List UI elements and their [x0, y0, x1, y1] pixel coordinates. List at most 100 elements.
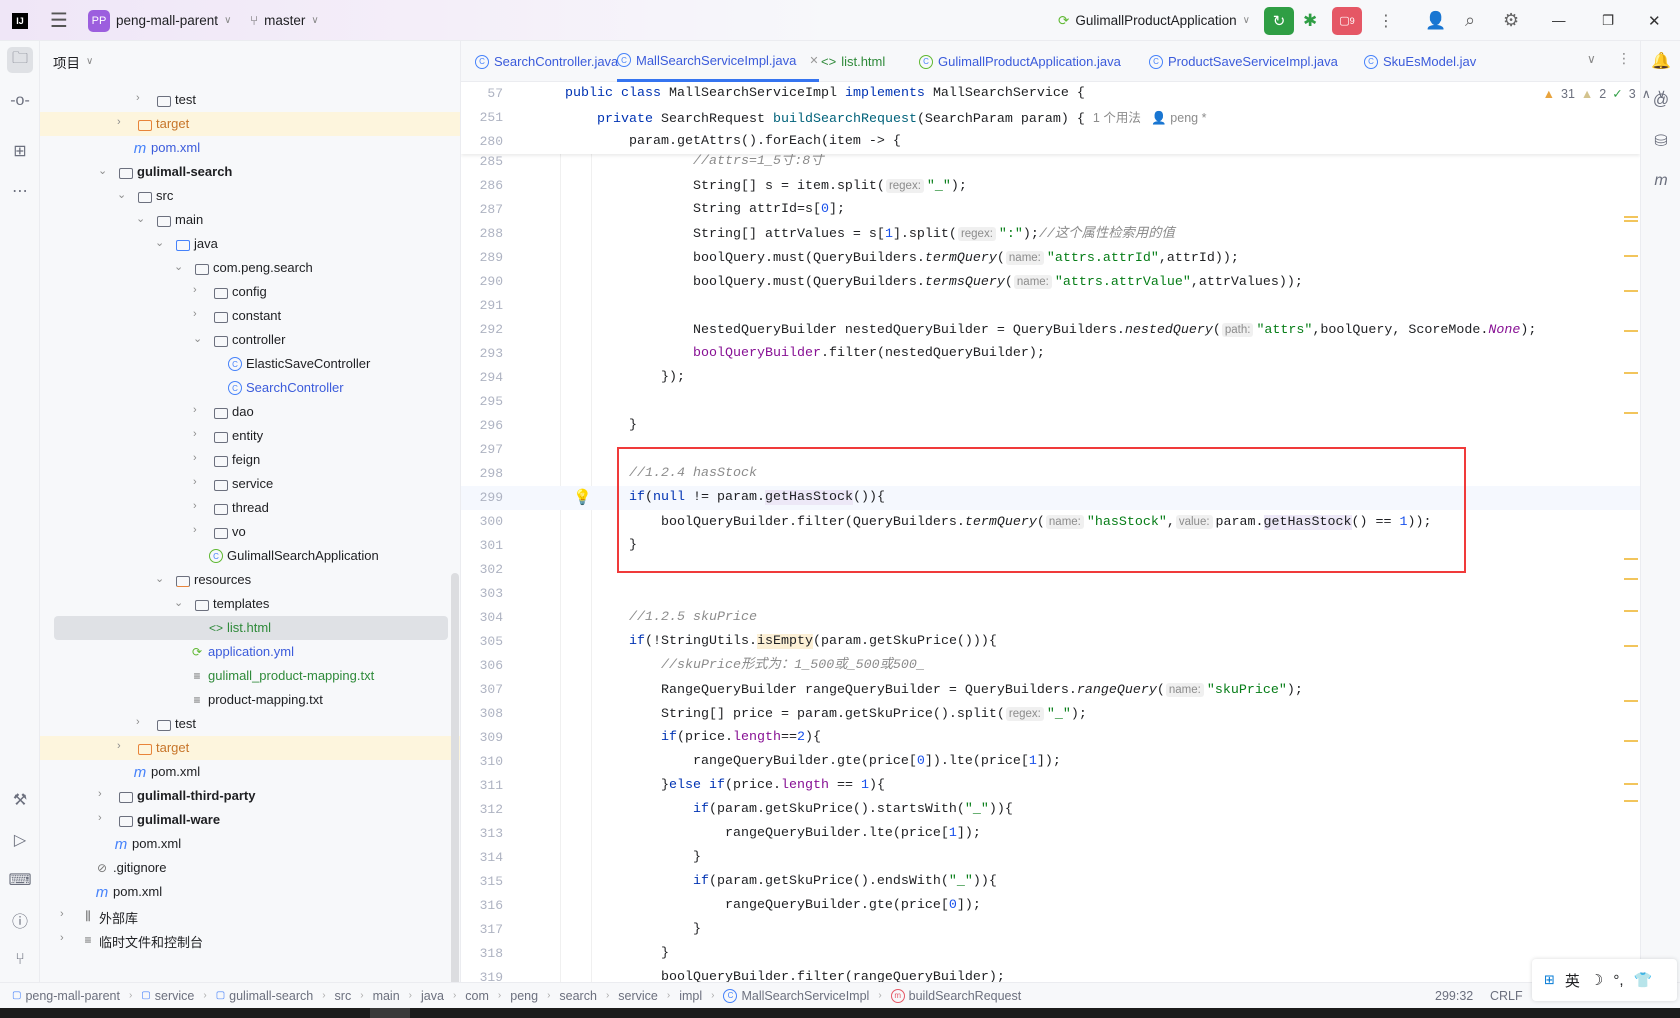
code-line[interactable]: 294 });: [461, 366, 1640, 390]
error-stripe-mark[interactable]: [1624, 290, 1638, 292]
breadcrumb-item[interactable]: MallSearchServiceImpl: [741, 989, 869, 1003]
tree-item[interactable]: ⌄ java: [40, 232, 460, 256]
tree-item[interactable]: C SearchController: [40, 376, 460, 400]
structure-icon[interactable]: ⊞: [7, 138, 33, 164]
code-line[interactable]: 303: [461, 582, 1640, 606]
code-line[interactable]: 309 if(price.length==2){: [461, 726, 1640, 750]
breadcrumb-item[interactable]: peng-mall-parent: [25, 989, 120, 1003]
tree-item[interactable]: › test: [40, 88, 460, 112]
ime-language[interactable]: 英: [1565, 970, 1580, 991]
code-line[interactable]: 316 rangeQueryBuilder.gte(price[0]);: [461, 894, 1640, 918]
breadcrumb-item[interactable]: java: [421, 989, 444, 1003]
code-line[interactable]: 312 if(param.getSkuPrice().startsWith("_…: [461, 798, 1640, 822]
settings-icon[interactable]: ⚙: [1503, 0, 1519, 41]
code-line[interactable]: 288 String[] attrValues = s[1].split(reg…: [461, 222, 1640, 246]
tab-list-html[interactable]: <> list.html: [821, 41, 885, 82]
git-icon[interactable]: ⑂: [7, 947, 33, 973]
code-line[interactable]: 287 String attrId=s[0];: [461, 198, 1640, 222]
add-user-icon[interactable]: 👤: [1425, 0, 1446, 41]
code-line[interactable]: 280 param.getAttrs().forEach(item -> {: [461, 130, 1640, 154]
breadcrumb-item[interactable]: peng: [510, 989, 538, 1003]
more-tools-icon[interactable]: ⋯: [7, 178, 33, 204]
code-line[interactable]: 291: [461, 294, 1640, 318]
code-line[interactable]: 314 }: [461, 846, 1640, 870]
chevron-right-icon[interactable]: ›: [193, 404, 197, 416]
code-line[interactable]: 289 boolQuery.must(QueryBuilders.termQue…: [461, 246, 1640, 270]
tree-item[interactable]: ⌄ com.peng.search: [40, 256, 460, 280]
error-stripe-mark[interactable]: [1624, 216, 1638, 218]
error-stripe-mark[interactable]: [1624, 330, 1638, 332]
terminal-icon[interactable]: ⌨: [7, 867, 33, 893]
tree-item[interactable]: › target: [40, 736, 460, 760]
code-line[interactable]: 292 NestedQueryBuilder nestedQueryBuilde…: [461, 318, 1640, 342]
lightbulb-icon[interactable]: 💡: [573, 488, 592, 506]
tree-item[interactable]: › test: [40, 712, 460, 736]
error-stripe-mark[interactable]: [1624, 800, 1638, 802]
breadcrumb-item[interactable]: gulimall-search: [229, 989, 313, 1003]
chevron-right-icon[interactable]: ›: [117, 116, 121, 128]
chevron-down-icon[interactable]: ⌄: [174, 596, 183, 609]
chevron-right-icon[interactable]: ›: [60, 908, 64, 920]
chevron-down-icon[interactable]: ⌄: [193, 332, 202, 345]
breadcrumb-item[interactable]: src: [335, 989, 352, 1003]
chevron-right-icon[interactable]: ›: [193, 500, 197, 512]
next-highlight-icon[interactable]: ∨: [1657, 86, 1666, 101]
code-line[interactable]: 311 }else if(price.length == 1){: [461, 774, 1640, 798]
chevron-down-icon[interactable]: ⌄: [155, 572, 164, 585]
error-stripe-mark[interactable]: [1624, 220, 1638, 222]
error-stripe-mark[interactable]: [1624, 412, 1638, 414]
tree-item[interactable]: m pom.xml: [40, 136, 460, 160]
moon-icon[interactable]: ☽: [1590, 971, 1603, 989]
tree-item[interactable]: ⌄ src: [40, 184, 460, 208]
tree-item[interactable]: › service: [40, 472, 460, 496]
code-line[interactable]: 57 public class MallSearchServiceImpl imp…: [461, 82, 1640, 106]
maven-icon[interactable]: m: [1649, 169, 1673, 193]
commit-icon[interactable]: -o-: [7, 88, 33, 114]
code-line[interactable]: 308 String[] price = param.getSkuPrice()…: [461, 702, 1640, 726]
problems-icon[interactable]: ⓘ: [7, 907, 33, 933]
chevron-right-icon[interactable]: ›: [193, 524, 197, 536]
services-run-icon[interactable]: ▷: [7, 827, 33, 853]
tree-item[interactable]: ⌄ resources: [40, 568, 460, 592]
stop-button[interactable]: ▢ 9: [1332, 6, 1362, 35]
tree-item[interactable]: ⌄ controller: [40, 328, 460, 352]
tree-item[interactable]: m pom.xml: [40, 760, 460, 784]
code-line[interactable]: 318 }: [461, 942, 1640, 966]
code-line[interactable]: 295: [461, 390, 1640, 414]
inspection-widget[interactable]: ▲ 31 ▲ 2 ✓ 3 ∧ ∨: [1543, 86, 1666, 102]
tabs-more-icon[interactable]: ⋮: [1617, 50, 1631, 67]
tree-item[interactable]: ⟳ application.yml: [40, 640, 460, 664]
tab-searchcontroller-java[interactable]: C SearchController.java: [475, 41, 618, 82]
tabs-dropdown-icon[interactable]: ∨: [1587, 52, 1596, 66]
chevron-right-icon[interactable]: ›: [193, 452, 197, 464]
chevron-right-icon[interactable]: ›: [193, 284, 197, 296]
chevron-right-icon[interactable]: ›: [98, 812, 102, 824]
tree-item[interactable]: m pom.xml: [40, 880, 460, 904]
chevron-right-icon[interactable]: ›: [136, 92, 140, 104]
chevron-right-icon[interactable]: ›: [117, 740, 121, 752]
project-folder-icon[interactable]: 🗀: [7, 47, 33, 73]
tree-item[interactable]: ⊘ .gitignore: [40, 856, 460, 880]
code-line[interactable]: 315 if(param.getSkuPrice().endsWith("_")…: [461, 870, 1640, 894]
project-scrollbar[interactable]: [451, 573, 459, 1003]
chevron-right-icon[interactable]: ›: [193, 428, 197, 440]
skin-icon[interactable]: 👕: [1634, 971, 1653, 989]
rerun-button[interactable]: ↻: [1264, 6, 1294, 35]
code-line[interactable]: 305 if(!StringUtils.isEmpty(param.getSku…: [461, 630, 1640, 654]
code-line[interactable]: 251 private SearchRequest buildSearchReq…: [461, 106, 1640, 130]
chevron-right-icon[interactable]: ›: [98, 788, 102, 800]
code-line[interactable]: 286 String[] s = item.split(regex: "_");: [461, 174, 1640, 198]
chevron-down-icon[interactable]: ⌄: [174, 260, 183, 273]
debug-button[interactable]: ✱: [1303, 0, 1317, 41]
chevron-down-icon[interactable]: ⌄: [117, 188, 126, 201]
tree-item[interactable]: › feign: [40, 448, 460, 472]
tree-item[interactable]: ⌄ templates: [40, 592, 460, 616]
code-line[interactable]: 296 }: [461, 414, 1640, 438]
tree-item[interactable]: › ≡ 临时文件和控制台: [40, 928, 460, 952]
tree-item[interactable]: <> list.html: [54, 616, 448, 640]
code-line[interactable]: 306 //skuPrice形式为：1_500或_500或500_: [461, 654, 1640, 678]
tab-skuesmodel-jav[interactable]: C SkuEsModel.jav: [1364, 41, 1476, 82]
chevron-right-icon[interactable]: ›: [193, 308, 197, 320]
menu-icon[interactable]: ☰: [50, 0, 68, 41]
code-line[interactable]: 290 boolQuery.must(QueryBuilders.termsQu…: [461, 270, 1640, 294]
